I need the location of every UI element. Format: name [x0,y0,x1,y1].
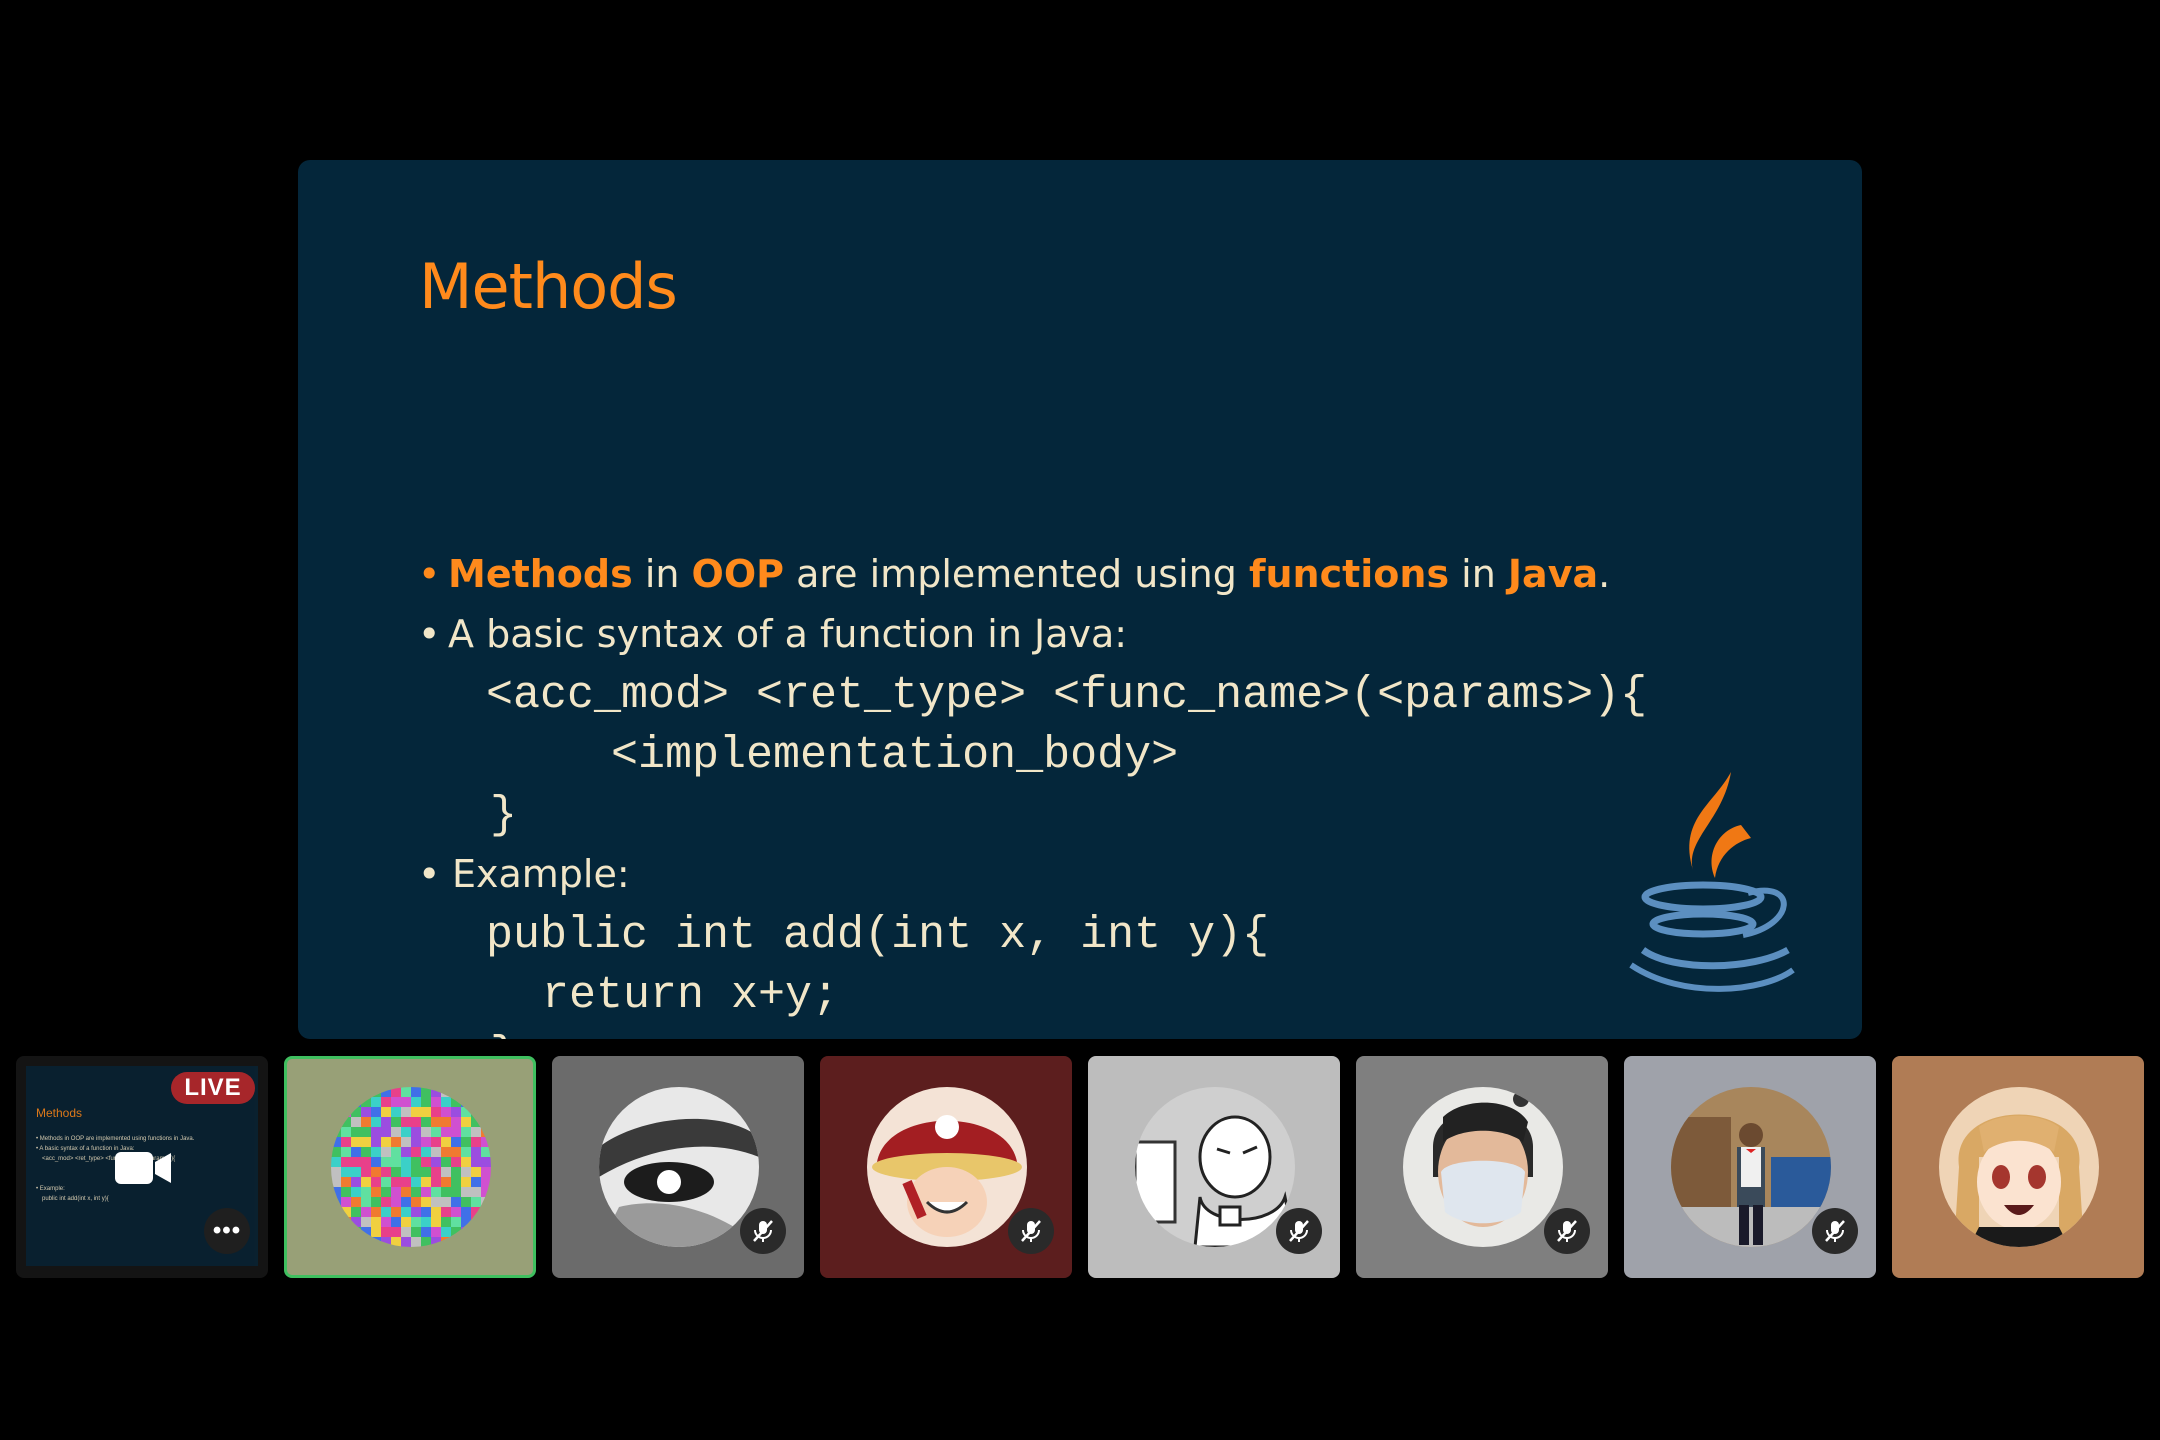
muted-mic-icon [740,1208,786,1254]
bullet-text: A basic syntax of a function in Java: [448,612,1128,656]
avatar [1939,1087,2099,1247]
slide-bullet-2: • A basic syntax of a function in Java: [418,612,1127,656]
example-line-3: } [490,1030,517,1039]
bullet-text: in [632,552,692,596]
avatar [331,1087,491,1247]
tile-participant-5[interactable] [1356,1056,1608,1278]
video-camera-icon [115,1152,171,1184]
example-line-1: public int add(int x, int y){ [486,910,1270,961]
bullet-symbol: • [418,612,441,656]
mini-slide-line: • Example: [36,1186,65,1192]
muted-mic-icon [1544,1208,1590,1254]
slide-bullet-1: • Methods in OOP are implemented using fu… [418,552,1610,596]
avatar [1403,1087,1563,1247]
muted-mic-icon [1276,1208,1322,1254]
highlight-functions: functions [1248,552,1450,596]
mini-slide-title: Methods [36,1106,83,1120]
highlight-methods: Methods [448,552,633,596]
tile-participant-2[interactable] [552,1056,804,1278]
tile-participant-4[interactable] [1088,1056,1340,1278]
syntax-line-3: } [490,790,518,841]
syntax-line-1: <acc_mod> <ret_type> <func_name>(<params… [486,670,1648,721]
tile-participant-3[interactable] [820,1056,1072,1278]
example-line-2: return x+y; [488,970,840,1021]
shared-slide: Methods • Methods in OOP are implemented … [298,160,1862,1039]
highlight-java: Java [1507,552,1599,596]
bullet-text: . [1598,552,1611,596]
muted-mic-icon [1812,1208,1858,1254]
bullet-text: in [1449,552,1508,596]
avatar [599,1087,759,1247]
bullet-text: are implemented using [784,552,1249,596]
tile-participant-6[interactable] [1624,1056,1876,1278]
java-logo-icon [1629,772,1795,992]
slide-title: Methods [419,250,678,323]
more-options-button[interactable]: ••• [204,1208,250,1254]
avatar [867,1087,1027,1247]
muted-mic-icon [1008,1208,1054,1254]
tile-screen-share[interactable]: Methods • Methods in OOP are implemented… [16,1056,268,1278]
tile-participant-1[interactable] [284,1056,536,1278]
bullet-symbol: • [418,552,441,596]
bullet-text: Example: [452,852,630,896]
avatar [1135,1087,1295,1247]
slide-bullet-3: • Example: [418,852,630,896]
avatar [1671,1087,1831,1247]
syntax-line-2: <implementation_body> [530,730,1179,781]
tile-participant-7[interactable] [1892,1056,2144,1278]
highlight-oop: OOP [691,552,785,596]
mini-slide-line: • Methods in OOP are implemented using f… [36,1136,195,1142]
mini-slide-line: public int add(int x, int y){ [42,1196,109,1202]
live-badge: LIVE [171,1072,255,1104]
bullet-symbol: • [418,852,441,896]
